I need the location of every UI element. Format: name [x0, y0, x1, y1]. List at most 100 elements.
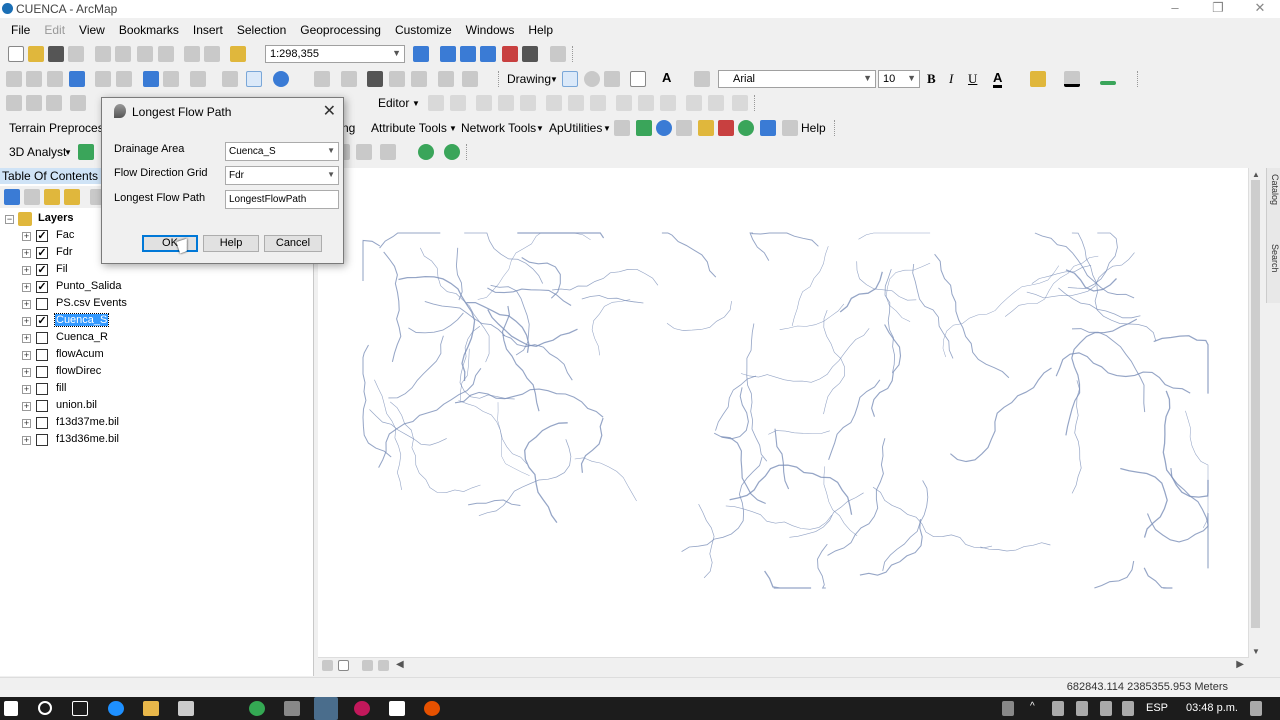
arcmap-taskbar-icon[interactable]	[314, 697, 338, 720]
refresh-icon[interactable]	[362, 660, 373, 671]
delete-icon[interactable]	[158, 46, 174, 62]
fixed-zoom-out-icon[interactable]	[116, 71, 132, 87]
viewer-window-icon[interactable]	[462, 71, 478, 87]
underline-button[interactable]: U	[968, 71, 977, 87]
zoom-out-icon[interactable]	[26, 71, 42, 87]
globe-icon[interactable]	[738, 120, 754, 136]
line-color-icon[interactable]	[1064, 71, 1080, 87]
menu-edit[interactable]: Edit	[37, 20, 72, 40]
layer-row[interactable]: + ✓ Fil	[0, 262, 300, 279]
layer-row[interactable]: + ✓ Cuenca_S	[0, 313, 300, 330]
expand-icon[interactable]: +	[22, 419, 31, 428]
zoom-in-icon[interactable]	[6, 71, 22, 87]
restore-button[interactable]: ❐	[1203, 0, 1233, 18]
wifi-icon[interactable]	[1100, 701, 1112, 716]
layer-visibility-checkbox[interactable]: ✓	[36, 315, 48, 327]
layer-row[interactable]: + PS.csv Events	[0, 296, 300, 313]
batch-point-icon[interactable]	[614, 120, 630, 136]
layer-visibility-checkbox[interactable]: ✓	[36, 247, 48, 259]
layer-row[interactable]: + Cuenca_R	[0, 330, 300, 347]
layer-visibility-checkbox[interactable]	[36, 366, 48, 378]
list-by-source-icon[interactable]	[24, 189, 40, 205]
expand-icon[interactable]: +	[22, 249, 31, 258]
layer-icon[interactable]	[78, 144, 94, 160]
expand-icon[interactable]: +	[22, 334, 31, 343]
goto-xy-icon[interactable]	[411, 71, 427, 87]
edge-icon[interactable]	[108, 701, 124, 716]
layer-name[interactable]: union.bil	[55, 399, 98, 411]
rotate-feature-icon[interactable]	[590, 95, 606, 111]
editor-menu[interactable]: Editor	[378, 96, 409, 110]
menu-help[interactable]: Help	[521, 20, 560, 40]
toolbar-grip[interactable]	[498, 71, 501, 87]
data-view-icon[interactable]	[322, 660, 333, 671]
taskbar-clock[interactable]: 03:48 p.m.	[1186, 702, 1238, 714]
layer-name[interactable]: fill	[55, 382, 67, 394]
menu-bookmarks[interactable]: Bookmarks	[112, 20, 186, 40]
select-elements-icon[interactable]	[246, 71, 262, 87]
trace-tool-icon[interactable]	[676, 120, 692, 136]
zoom-whole-page-icon[interactable]	[604, 71, 620, 87]
layer-name[interactable]: PS.csv Events	[55, 297, 128, 309]
language-indicator[interactable]: ESP	[1146, 702, 1168, 714]
scroll-up-icon[interactable]: ▲	[1252, 170, 1260, 179]
layer-row[interactable]: + flowDirec	[0, 364, 300, 381]
3d-analyst-menu[interactable]: 3D Analyst	[9, 145, 66, 159]
identify-icon[interactable]	[273, 71, 289, 87]
expand-icon[interactable]: +	[22, 232, 31, 241]
full-extent-icon[interactable]	[69, 71, 85, 87]
toolbar-icon[interactable]	[70, 95, 86, 111]
scroll-down-icon[interactable]: ▼	[1252, 647, 1260, 656]
layer-row[interactable]: + f13d36me.bil	[0, 432, 300, 449]
store-icon[interactable]	[178, 701, 194, 716]
edit-tool-icon[interactable]	[428, 95, 444, 111]
layer-row[interactable]: + union.bil	[0, 398, 300, 415]
expand-icon[interactable]: +	[22, 385, 31, 394]
catalog-window-icon[interactable]	[460, 46, 476, 62]
attributes-icon[interactable]	[616, 95, 632, 111]
point-icon[interactable]	[520, 95, 536, 111]
add-data-icon[interactable]	[230, 46, 246, 62]
battery-icon[interactable]	[1076, 701, 1088, 716]
cut-polygons-icon[interactable]	[546, 95, 562, 111]
windows-start-icon[interactable]	[4, 701, 18, 716]
save-icon[interactable]	[48, 46, 64, 62]
toolbar-icon[interactable]	[6, 95, 22, 111]
fill-color-icon[interactable]	[1030, 71, 1046, 87]
sketch-properties-icon[interactable]	[638, 95, 654, 111]
layer-name[interactable]: Fdr	[55, 246, 74, 258]
chrome-icon[interactable]	[249, 701, 265, 716]
menu-view[interactable]: View	[72, 20, 112, 40]
italic-button[interactable]: I	[949, 71, 953, 87]
drawing-menu[interactable]: Drawing	[507, 72, 551, 86]
toc-window-icon[interactable]	[440, 46, 456, 62]
file-explorer-icon[interactable]	[143, 701, 159, 716]
find-route-icon[interactable]	[389, 71, 405, 87]
expand-icon[interactable]: +	[22, 351, 31, 360]
app-icon[interactable]	[284, 701, 300, 716]
map-scale-combo[interactable]: 1:298,355 ▼	[265, 45, 405, 63]
flag-icon[interactable]	[760, 120, 776, 136]
aputilities-menu[interactable]: ApUtilities	[549, 121, 602, 135]
steepest-path-icon[interactable]	[356, 144, 372, 160]
toolbar-grip[interactable]	[1137, 71, 1140, 87]
trace-icon[interactable]	[498, 95, 514, 111]
open-icon[interactable]	[28, 46, 44, 62]
expand-icon[interactable]: +	[22, 368, 31, 377]
toolbar-icon[interactable]	[708, 95, 724, 111]
dialog-close-icon[interactable]: ✕	[323, 101, 336, 121]
search-tab[interactable]: Search	[1268, 244, 1280, 273]
longest-flow-path-input[interactable]: LongestFlowPath	[225, 190, 339, 209]
menu-windows[interactable]: Windows	[459, 20, 522, 40]
cortana-icon[interactable]	[38, 701, 52, 715]
map-view[interactable]	[318, 168, 1248, 658]
new-line-icon[interactable]	[694, 71, 710, 87]
profile-graph-icon[interactable]	[380, 144, 396, 160]
toolbar-icon[interactable]	[686, 95, 702, 111]
expand-icon[interactable]: +	[22, 300, 31, 309]
select-features-icon[interactable]	[190, 71, 206, 87]
expand-icon[interactable]: +	[22, 402, 31, 411]
layer-visibility-checkbox[interactable]	[36, 349, 48, 361]
time-slider-icon[interactable]	[438, 71, 454, 87]
clear-selection-icon[interactable]	[222, 71, 238, 87]
